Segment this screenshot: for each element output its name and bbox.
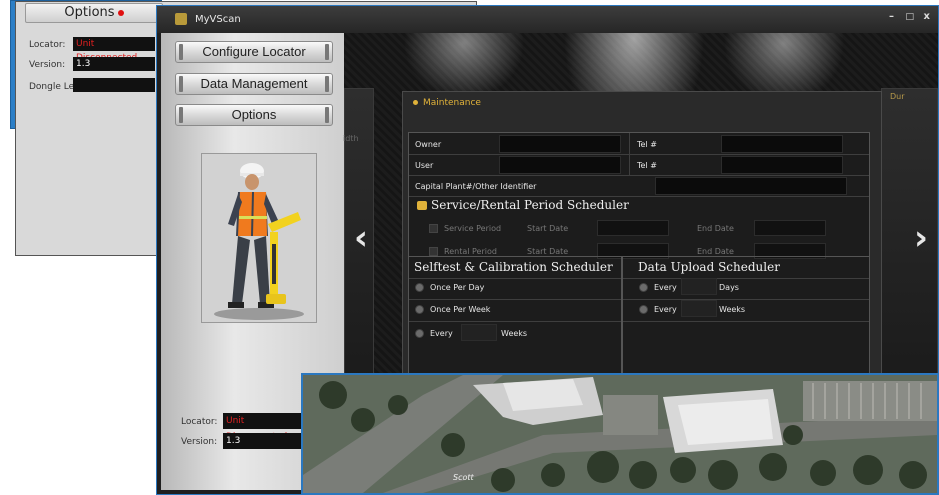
user-row: User Tel # (409, 154, 869, 176)
radio-icon (639, 305, 648, 314)
left-card-text: idth (343, 134, 359, 143)
divider (409, 321, 621, 322)
every-days-label: Every (654, 283, 677, 292)
every-days-option[interactable]: Every (639, 283, 677, 292)
once-per-day-option[interactable]: Once Per Day (415, 283, 484, 292)
prev-arrow-icon[interactable]: ‹ (354, 218, 368, 258)
bullet-icon (413, 100, 418, 105)
radio-icon (415, 283, 424, 292)
every-weeks-option[interactable]: Every (415, 329, 453, 338)
service-period-label: Service Period (444, 224, 502, 233)
title-bar: MyVScan – □ x (157, 6, 938, 33)
right-card[interactable]: Dur (881, 88, 938, 380)
product-photo (201, 153, 317, 323)
every-label: Every (430, 329, 453, 338)
status-dot-icon (117, 9, 124, 16)
every-weeks-input[interactable] (461, 324, 497, 341)
once-per-week-label: Once Per Week (430, 305, 491, 314)
background-window: Options Locator: Unit Disconnected Versi… (10, 0, 477, 256)
bg-dongle-value (73, 78, 155, 92)
once-per-week-option[interactable]: Once Per Week (415, 305, 490, 314)
maintenance-title: Maintenance (413, 98, 481, 108)
maintenance-title-text: Maintenance (423, 98, 481, 108)
tel2-input[interactable] (721, 156, 843, 174)
user-input[interactable] (499, 156, 621, 174)
capital-label: Capital Plant#/Other Identifier (415, 182, 537, 191)
window-title: MyVScan (195, 14, 241, 25)
divider (409, 278, 621, 279)
lock-icon (417, 201, 427, 210)
locator-label: Locator: (181, 417, 218, 427)
options-button[interactable]: Options (175, 104, 333, 126)
tel1-label: Tel # (637, 140, 657, 149)
bg-version-value: 1.3 (73, 57, 155, 71)
days-label: Days (719, 283, 739, 292)
tel2-label: Tel # (637, 161, 657, 170)
every-weeks-upload-option[interactable]: Every (639, 305, 677, 314)
owner-input[interactable] (499, 135, 621, 153)
bg-locator-label: Locator: (29, 40, 66, 50)
radio-icon (415, 329, 424, 338)
divider (623, 299, 869, 300)
aerial-map[interactable]: Scott (301, 373, 939, 495)
service-section-title: Service/Rental Period Scheduler (431, 198, 629, 212)
divider (409, 299, 621, 300)
divider (409, 256, 869, 257)
radio-icon (639, 283, 648, 292)
every-weeks-upload-label: Every (654, 305, 677, 314)
service-period-checkbox[interactable] (429, 224, 438, 233)
configure-locator-button[interactable]: Configure Locator (175, 41, 333, 63)
tel1-input[interactable] (721, 135, 843, 153)
maintenance-panel: Maintenance Owner Tel # User Tel # Capit… (402, 91, 882, 391)
close-button[interactable]: x (924, 11, 930, 22)
right-card-text: Dur (890, 92, 905, 101)
bg-version-label: Version: (29, 60, 66, 70)
radio-icon (415, 305, 424, 314)
divider (623, 278, 869, 279)
upload-section-title: Data Upload Scheduler (638, 260, 780, 274)
street-label: Scott (453, 473, 474, 482)
capital-row: Capital Plant#/Other Identifier (409, 175, 869, 197)
service-start-input[interactable] (597, 220, 669, 236)
divider (623, 321, 869, 322)
selftest-section-title: Selftest & Calibration Scheduler (414, 260, 613, 274)
version-label: Version: (181, 437, 218, 447)
bg-locator-value: Unit Disconnected (73, 37, 155, 63)
capital-input[interactable] (655, 177, 847, 195)
once-per-day-label: Once Per Day (430, 283, 485, 292)
service-end-input[interactable] (754, 220, 826, 236)
next-arrow-icon[interactable]: › (914, 218, 928, 258)
every-weeks-upload-input[interactable] (681, 300, 717, 317)
data-management-button[interactable]: Data Management (175, 73, 333, 95)
owner-row: Owner Tel # (409, 133, 869, 155)
maintenance-form: Owner Tel # User Tel # Capital Plant#/Ot… (408, 132, 870, 387)
version-value: 1.3 (223, 433, 303, 449)
divider (629, 133, 630, 175)
weeks-upload-label: Weeks (719, 305, 746, 314)
rental-start-label: Start Date (527, 247, 569, 256)
every-days-input[interactable] (681, 278, 717, 295)
owner-label: Owner (415, 140, 442, 149)
bg-options-label: Options (64, 5, 115, 20)
user-label: User (415, 161, 434, 170)
rental-period-label: Rental Period (444, 247, 497, 256)
maximize-button[interactable]: □ (905, 12, 914, 22)
locator-status: Unit Disconnected (223, 413, 303, 442)
minimize-button[interactable]: – (889, 11, 894, 22)
rental-period-checkbox[interactable] (429, 247, 438, 256)
app-icon (175, 13, 187, 25)
service-end-label: End Date (697, 224, 734, 233)
service-start-label: Start Date (527, 224, 569, 233)
bg-options-button[interactable]: Options (25, 3, 163, 23)
weeks-label: Weeks (501, 329, 528, 338)
rental-end-label: End Date (697, 247, 734, 256)
